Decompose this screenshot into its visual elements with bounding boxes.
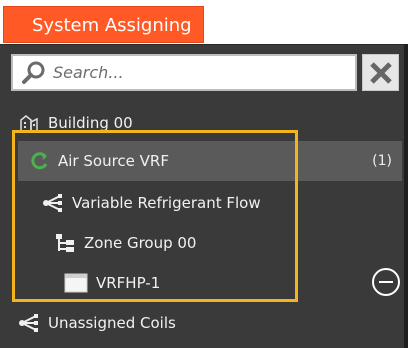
tree-item-label: Variable Refrigerant Flow — [72, 194, 261, 212]
search-box[interactable] — [11, 54, 357, 91]
tree-item-building[interactable]: Building 00 — [18, 103, 133, 143]
scrollbar[interactable] — [404, 44, 408, 348]
item-count: (1) — [372, 153, 392, 169]
building-icon — [18, 112, 40, 134]
tree-item-air-source-vrf[interactable]: Air Source VRF (1) — [18, 141, 402, 181]
refresh-cycle-icon — [28, 150, 50, 172]
remove-button[interactable] — [372, 268, 400, 296]
window-title-tab[interactable]: System Assigning — [3, 6, 204, 43]
minus-icon — [379, 281, 393, 283]
tree-item-unassigned-coils[interactable]: Unassigned Coils — [18, 303, 176, 343]
branch-network-icon — [18, 312, 40, 334]
search-input[interactable] — [51, 56, 335, 89]
tree-item-variable-refrigerant-flow[interactable]: Variable Refrigerant Flow — [42, 183, 261, 223]
clear-search-button[interactable] — [362, 54, 399, 91]
branch-network-icon — [42, 192, 64, 214]
tree-item-zone-group[interactable]: Zone Group 00 — [54, 223, 196, 263]
unit-box-icon — [64, 272, 88, 294]
hierarchy-tree-icon — [54, 232, 76, 254]
tree-item-vrfhp-1[interactable]: VRFHP-1 — [64, 263, 160, 303]
close-icon — [368, 60, 394, 86]
tree-item-label: Unassigned Coils — [48, 314, 176, 332]
system-assigning-window: System Assigning Search... Building 00 A… — [0, 0, 408, 348]
tree-item-label: Zone Group 00 — [84, 234, 197, 252]
tree-item-label: VRFHP-1 — [96, 274, 161, 292]
search-icon — [21, 60, 47, 86]
tree-item-label: Building 00 — [48, 114, 133, 132]
tree-item-label: Air Source VRF — [58, 152, 169, 170]
